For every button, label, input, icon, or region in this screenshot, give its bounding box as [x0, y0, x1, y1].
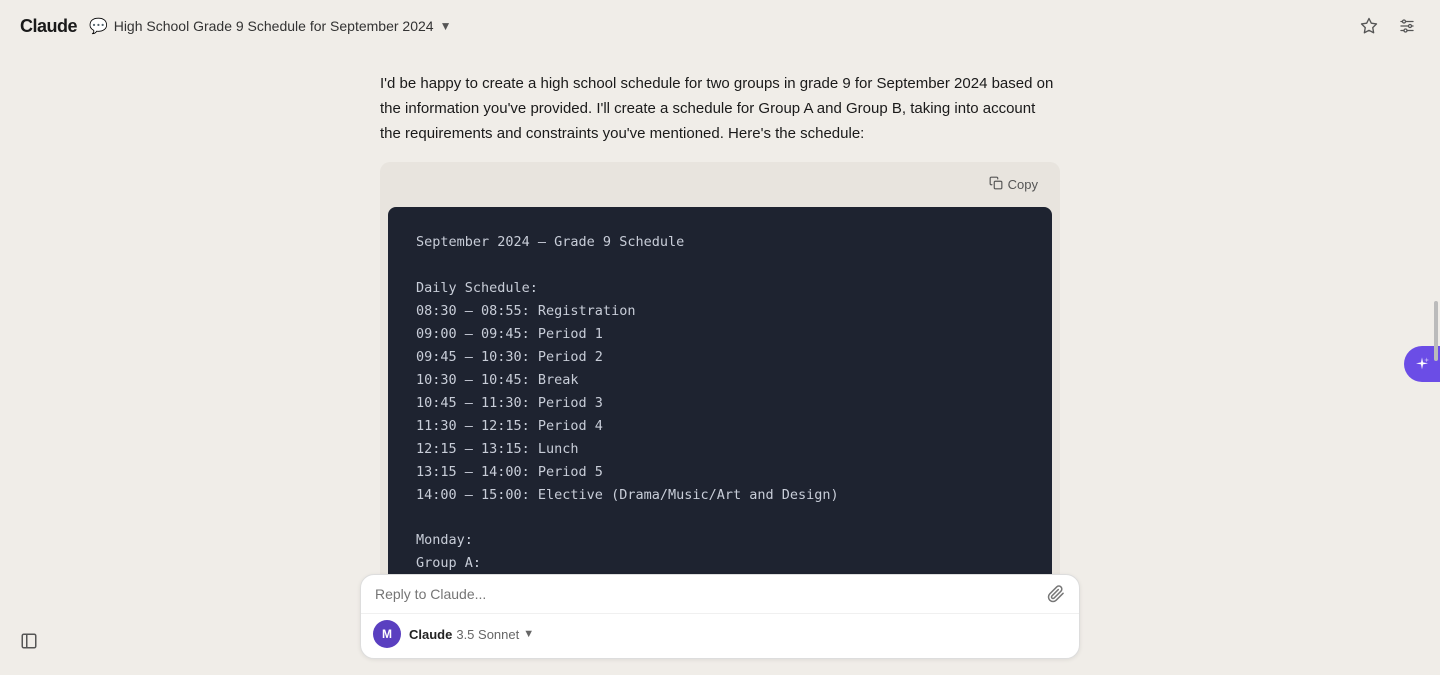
user-avatar: M: [373, 620, 401, 648]
message-container: I'd be happy to create a high school sch…: [360, 72, 1080, 574]
chat-area[interactable]: I'd be happy to create a high school sch…: [0, 52, 1440, 574]
header: Claude 💬 High School Grade 9 Schedule fo…: [0, 0, 1440, 52]
code-content: September 2024 – Grade 9 Schedule Daily …: [416, 231, 1024, 574]
chat-icon: 💬: [89, 17, 108, 35]
header-left: Claude 💬 High School Grade 9 Schedule fo…: [20, 16, 451, 37]
scroll-indicator: [1434, 301, 1438, 361]
main-content: I'd be happy to create a high school sch…: [0, 52, 1440, 675]
assistant-message: I'd be happy to create a high school sch…: [380, 72, 1060, 574]
input-box-top: [361, 575, 1079, 613]
input-box-bottom: M Claude 3.5 Sonnet ▼: [361, 613, 1079, 658]
logo: Claude: [20, 16, 77, 37]
favorite-button[interactable]: [1356, 13, 1382, 39]
header-right: [1356, 13, 1420, 39]
model-brand: Claude: [409, 627, 452, 642]
input-area: M Claude 3.5 Sonnet ▼: [0, 574, 1440, 675]
model-version: 3.5 Sonnet: [456, 627, 519, 642]
conversation-title[interactable]: 💬 High School Grade 9 Schedule for Septe…: [89, 17, 451, 35]
copy-button[interactable]: Copy: [981, 172, 1046, 197]
sidebar-toggle-button[interactable]: [20, 632, 38, 655]
conversation-title-text: High School Grade 9 Schedule for Septemb…: [114, 18, 434, 34]
chevron-down-icon: ▼: [440, 19, 452, 33]
code-terminal: September 2024 – Grade 9 Schedule Daily …: [388, 207, 1052, 574]
input-box: M Claude 3.5 Sonnet ▼: [360, 574, 1080, 659]
code-block-wrapper: Copy September 2024 – Grade 9 Schedule D…: [380, 162, 1060, 574]
copy-label: Copy: [1008, 177, 1038, 192]
settings-button[interactable]: [1394, 13, 1420, 39]
model-selector[interactable]: Claude 3.5 Sonnet ▼: [409, 627, 534, 642]
code-block-header: Copy: [380, 162, 1060, 207]
reply-input[interactable]: [375, 586, 1047, 602]
model-chevron-icon: ▼: [523, 628, 534, 640]
assistant-message-text: I'd be happy to create a high school sch…: [380, 72, 1060, 146]
attach-button[interactable]: [1047, 585, 1065, 603]
copy-icon: [989, 176, 1003, 193]
